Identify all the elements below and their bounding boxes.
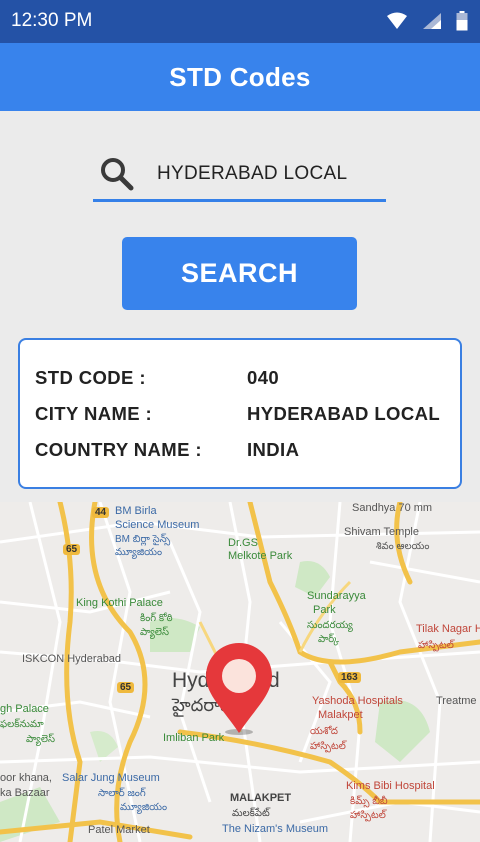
map-label-bm-birla-te: BM బిర్లా సైన్స్ bbox=[115, 534, 171, 545]
map-label-park: Park bbox=[313, 604, 336, 616]
map-label-shivam-te: శివం ఆలయం bbox=[376, 541, 430, 552]
status-bar: 12:30 PM bbox=[0, 0, 480, 43]
road-shield-65b: 65 bbox=[117, 682, 135, 693]
map-label-salar-te: సాలార్ జంగ్ bbox=[98, 788, 146, 799]
search-icon bbox=[101, 158, 134, 191]
map-label-tilak-te: హాస్పిటల్ bbox=[418, 640, 454, 651]
map-label-gh-palace: gh Palace bbox=[0, 703, 49, 715]
map-label-sandhya: Sandhya 70 mm bbox=[352, 502, 433, 514]
std-code-label: STD CODE : bbox=[35, 367, 146, 388]
map-label-kims-bibi: Kims Bibi Hospital bbox=[346, 780, 435, 792]
map-label-bazaar: ka Bazaar bbox=[0, 787, 50, 799]
map-label-malakpet-te: మలక్‌పేట్ bbox=[232, 808, 270, 819]
map-label-dr-gs: Dr.GS bbox=[228, 537, 258, 549]
map-label-palace2-te: ప్యాలెస్ bbox=[26, 734, 55, 745]
road-shield-65: 65 bbox=[63, 544, 81, 555]
battery-icon bbox=[456, 11, 468, 31]
map-label-king-kothi-te: కింగ్ కోఠి bbox=[140, 613, 173, 624]
map-label-museum2-te: మ్యూజియం bbox=[120, 802, 168, 813]
map-label-yashoda-te: యశోద bbox=[310, 726, 338, 737]
map-label-salar-jung: Salar Jung Museum bbox=[62, 772, 160, 784]
map-label-sundarayya-te: సుందరయ్య bbox=[307, 620, 353, 631]
map-label-melkote-park: Melkote Park bbox=[228, 550, 293, 562]
status-time: 12:30 PM bbox=[11, 10, 93, 31]
map-label-palace-te: ప్యాలెస్ bbox=[140, 627, 169, 638]
std-code-value: 040 bbox=[247, 367, 280, 388]
search-input[interactable] bbox=[157, 160, 382, 188]
location-marker-icon[interactable] bbox=[204, 640, 274, 736]
map-label-kims-te: కిమ్స్ బీబీ bbox=[350, 796, 388, 807]
map-label-oor-khana: oor khana, bbox=[0, 772, 52, 784]
country-name-label: COUNTRY NAME : bbox=[35, 439, 202, 460]
map-label-malakpet: MALAKPET bbox=[230, 792, 292, 804]
road-shield-163: 163 bbox=[338, 672, 361, 683]
app-bar: STD Codes bbox=[0, 43, 480, 111]
search-button[interactable]: SEARCH bbox=[122, 237, 357, 310]
map-label-hosp-te: హాస్పిటల్ bbox=[350, 810, 386, 821]
city-name-label: CITY NAME : bbox=[35, 403, 153, 424]
map-label-yashoda: Yashoda Hospitals bbox=[312, 695, 403, 707]
search-field[interactable] bbox=[93, 150, 386, 202]
map-label-patel-market: Patel Market bbox=[88, 824, 150, 836]
city-name-value: HYDERABAD LOCAL bbox=[247, 403, 441, 424]
status-icons bbox=[386, 11, 468, 31]
road-shield-44: 44 bbox=[92, 507, 110, 518]
result-card: STD CODE : 040 CITY NAME : HYDERABAD LOC… bbox=[18, 338, 462, 489]
map-label-park-te: పార్క్ bbox=[318, 634, 339, 645]
app-title: STD Codes bbox=[169, 61, 311, 92]
map-view[interactable]: 44 65 65 163 BM Birla Science Museum BM … bbox=[0, 502, 480, 842]
map-label-gh-te: ఫలక్‌నుమా bbox=[0, 719, 44, 730]
map-label-nizams: The Nizam's Museum bbox=[222, 823, 329, 835]
map-label-tilak-nagar: Tilak Nagar Hosp bbox=[416, 623, 480, 635]
map-label-shivam-temple: Shivam Temple bbox=[344, 526, 419, 538]
wifi-icon bbox=[387, 12, 407, 29]
map-label-museum-te: మ్యూజియం bbox=[115, 547, 163, 558]
signal-icon bbox=[423, 13, 441, 29]
map-label-hospitals-te: హాస్పిటల్ bbox=[310, 741, 346, 752]
country-name-value: INDIA bbox=[247, 439, 300, 460]
map-label-king-kothi: King Kothi Palace bbox=[76, 597, 163, 609]
map-label-iskcon: ISKCON Hyderabad bbox=[22, 653, 122, 665]
map-label-malakpet-hosp: Malakpet bbox=[318, 709, 363, 721]
map-label-bm-birla: BM Birla bbox=[115, 505, 157, 517]
map-label-treatme: Treatme bbox=[436, 695, 477, 707]
map-label-sundarayya: Sundarayya bbox=[307, 590, 366, 602]
map-label-science-museum: Science Museum bbox=[115, 519, 200, 531]
